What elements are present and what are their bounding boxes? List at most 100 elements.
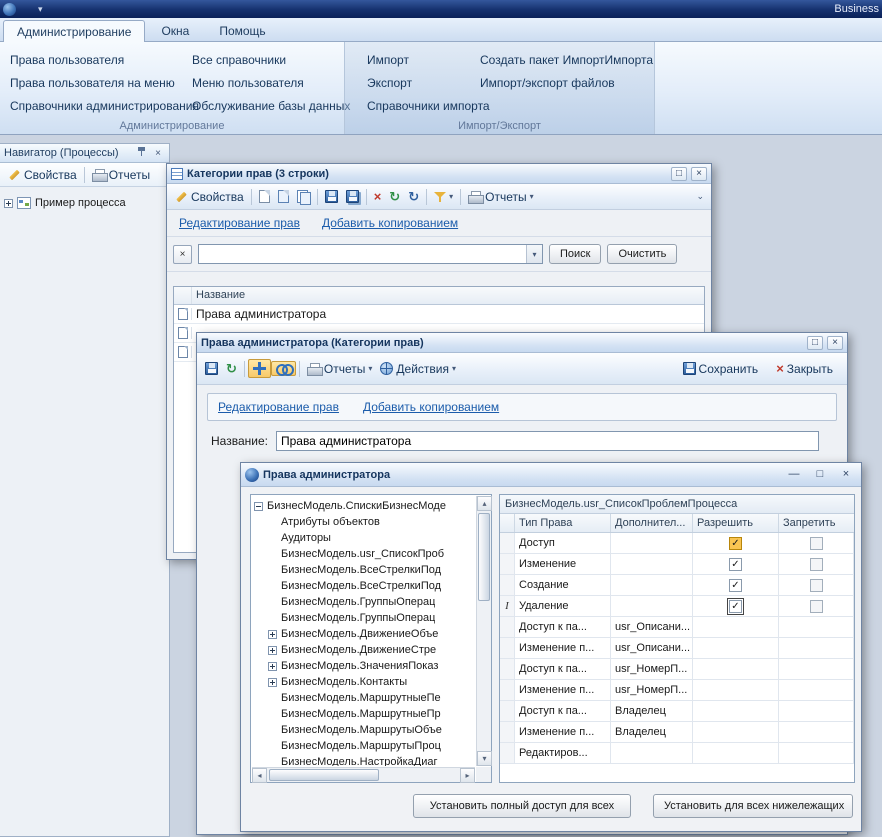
tree-node[interactable]: БизнесМодель.ГруппыОперац bbox=[254, 594, 475, 610]
deny-cell[interactable] bbox=[779, 680, 854, 700]
allow-cell[interactable] bbox=[693, 680, 779, 700]
allow-cell[interactable]: ✓ bbox=[693, 533, 779, 553]
maximize-button[interactable]: □ bbox=[671, 167, 687, 181]
tree-node[interactable]: БизнесМодель.ВсеСтрелкиПод bbox=[254, 578, 475, 594]
allow-cell[interactable] bbox=[693, 659, 779, 679]
ribbon-item[interactable]: Справочники администрирования bbox=[8, 95, 201, 118]
vertical-scrollbar[interactable]: ▴ ▾ bbox=[476, 496, 491, 766]
ribbon-item[interactable]: Импорт/экспорт файлов bbox=[478, 72, 655, 95]
tree-node[interactable]: БизнесМодель.НастройкаДиаг bbox=[254, 754, 475, 766]
allow-cell[interactable]: ✓ bbox=[693, 596, 779, 616]
ribbon-tab[interactable]: Администрирование bbox=[3, 20, 145, 42]
ribbon-item[interactable]: Меню пользователя bbox=[190, 72, 352, 95]
properties-button[interactable]: Свойства bbox=[171, 188, 248, 206]
tree-node[interactable]: БизнесМодель.ВсеСтрелкиПод bbox=[254, 562, 475, 578]
deny-cell[interactable] bbox=[779, 575, 854, 595]
chevron-down-icon[interactable]: ▾ bbox=[526, 245, 542, 263]
ribbon-item[interactable]: Обслуживание базы данных bbox=[190, 95, 352, 118]
checkbox[interactable]: ✓ bbox=[729, 579, 742, 592]
checkbox[interactable] bbox=[810, 579, 823, 592]
reports-button[interactable]: Отчеты ▾ bbox=[303, 360, 377, 378]
permission-row[interactable]: IУдаление✓ bbox=[500, 596, 854, 617]
permission-row[interactable]: Доступ✓ bbox=[500, 533, 854, 554]
allow-cell[interactable] bbox=[693, 722, 779, 742]
scroll-left-icon[interactable]: ◂ bbox=[252, 768, 267, 783]
tree-node[interactable]: БизнесМодель.Контакты bbox=[254, 674, 475, 690]
ribbon-tab[interactable]: Окна bbox=[147, 19, 203, 41]
ribbon-item[interactable]: Экспорт bbox=[365, 72, 492, 95]
save-button[interactable] bbox=[321, 188, 342, 205]
permission-row[interactable]: Изменение п...Владелец bbox=[500, 722, 854, 743]
close-icon[interactable]: × bbox=[151, 148, 165, 159]
permission-row[interactable]: Доступ к па...Владелец bbox=[500, 701, 854, 722]
search-button[interactable]: Поиск bbox=[549, 244, 601, 264]
link-edit-rights[interactable]: Редактирование прав bbox=[218, 400, 339, 414]
permission-row[interactable]: Изменение✓ bbox=[500, 554, 854, 575]
checkbox[interactable] bbox=[810, 537, 823, 550]
sync-navigation-button[interactable] bbox=[248, 359, 271, 378]
app-logo-icon[interactable] bbox=[3, 3, 16, 16]
permission-row[interactable]: Доступ к па...usr_НомерП... bbox=[500, 659, 854, 680]
name-column-header[interactable]: Название bbox=[192, 287, 249, 304]
set-full-access-button[interactable]: Установить полный доступ для всех bbox=[413, 794, 631, 818]
collapse-icon[interactable] bbox=[254, 502, 263, 511]
open-button[interactable] bbox=[274, 188, 293, 205]
scrollbar-thumb[interactable] bbox=[478, 513, 490, 601]
tree-node[interactable]: БизнесМодель.ДвижениеСтре bbox=[254, 642, 475, 658]
reports-button[interactable]: Отчеты bbox=[88, 166, 154, 184]
window-titlebar[interactable]: Права администратора (Категории прав) □ … bbox=[197, 333, 847, 353]
ribbon-item[interactable]: Все справочники bbox=[190, 49, 352, 72]
deny-cell[interactable] bbox=[779, 596, 854, 616]
save-button[interactable] bbox=[201, 360, 222, 377]
tree-node[interactable]: БизнесМодель.ГруппыОперац bbox=[254, 610, 475, 626]
table-row[interactable]: Права администратора bbox=[174, 305, 704, 324]
clear-filter-button[interactable]: × bbox=[173, 245, 192, 264]
tree-node[interactable]: БизнесМодель.МаршрутныеПр bbox=[254, 706, 475, 722]
checkbox[interactable]: ✓ bbox=[729, 600, 742, 613]
tree-node[interactable]: БизнесМодель.СпискиБизнесМоде bbox=[254, 498, 475, 514]
link-mode-button[interactable] bbox=[271, 361, 296, 376]
close-button[interactable]: × bbox=[691, 167, 707, 181]
permission-row[interactable]: Изменение п...usr_НомерП... bbox=[500, 680, 854, 701]
scroll-down-icon[interactable]: ▾ bbox=[477, 751, 492, 766]
table-header[interactable]: Название bbox=[174, 287, 704, 305]
column-header[interactable]: Разрешить bbox=[693, 514, 779, 532]
checkbox[interactable] bbox=[810, 558, 823, 571]
checkbox[interactable]: ✓ bbox=[729, 558, 742, 571]
tree-node[interactable]: БизнесМодель.ЗначенияПоказ bbox=[254, 658, 475, 674]
deny-cell[interactable] bbox=[779, 659, 854, 679]
actions-button[interactable]: Действия ▾ bbox=[376, 360, 460, 378]
column-header[interactable]: Дополнител... bbox=[611, 514, 693, 532]
refresh-button[interactable]: ↻ bbox=[222, 360, 241, 377]
reports-button[interactable]: Отчеты ▾ bbox=[464, 188, 538, 206]
tree-node[interactable]: Аудиторы bbox=[254, 530, 475, 546]
expand-icon[interactable] bbox=[268, 630, 277, 639]
column-header[interactable]: Запретить bbox=[779, 514, 854, 532]
ribbon-item[interactable]: Справочники импорта bbox=[365, 95, 492, 118]
clear-button[interactable]: Очистить bbox=[607, 244, 677, 264]
deny-cell[interactable] bbox=[779, 638, 854, 658]
refresh-all-button[interactable]: ↻ bbox=[404, 188, 423, 205]
link-add-by-copy[interactable]: Добавить копированием bbox=[322, 216, 458, 230]
ribbon-tab[interactable]: Помощь bbox=[205, 19, 279, 41]
ribbon-item[interactable]: Создать пакет ИмпортИмпорта bbox=[478, 49, 655, 72]
deny-cell[interactable] bbox=[779, 701, 854, 721]
allow-cell[interactable] bbox=[693, 638, 779, 658]
close-button[interactable]: × bbox=[835, 468, 857, 482]
tree-node[interactable]: БизнесМодель.МаршрутыПроц bbox=[254, 738, 475, 754]
scrollbar-thumb[interactable] bbox=[269, 769, 379, 781]
deny-cell[interactable] bbox=[779, 743, 854, 763]
ribbon-item[interactable]: Импорт bbox=[365, 49, 492, 72]
window-titlebar[interactable]: Категории прав (3 строки) □ × bbox=[167, 164, 711, 184]
allow-cell[interactable]: ✓ bbox=[693, 575, 779, 595]
set-for-descendants-button[interactable]: Установить для всех нижележащих bbox=[653, 794, 853, 818]
allow-cell[interactable] bbox=[693, 701, 779, 721]
close-window-button[interactable]: × Закрыть bbox=[772, 360, 837, 378]
ribbon-item[interactable]: Права пользователя на меню bbox=[8, 72, 201, 95]
allow-cell[interactable]: ✓ bbox=[693, 554, 779, 574]
allow-cell[interactable] bbox=[693, 743, 779, 763]
pin-icon[interactable] bbox=[134, 146, 148, 160]
filter-button[interactable]: ▾ bbox=[430, 189, 457, 205]
save-and-stay-button[interactable]: Сохранить bbox=[679, 360, 763, 378]
allow-cell[interactable] bbox=[693, 617, 779, 637]
